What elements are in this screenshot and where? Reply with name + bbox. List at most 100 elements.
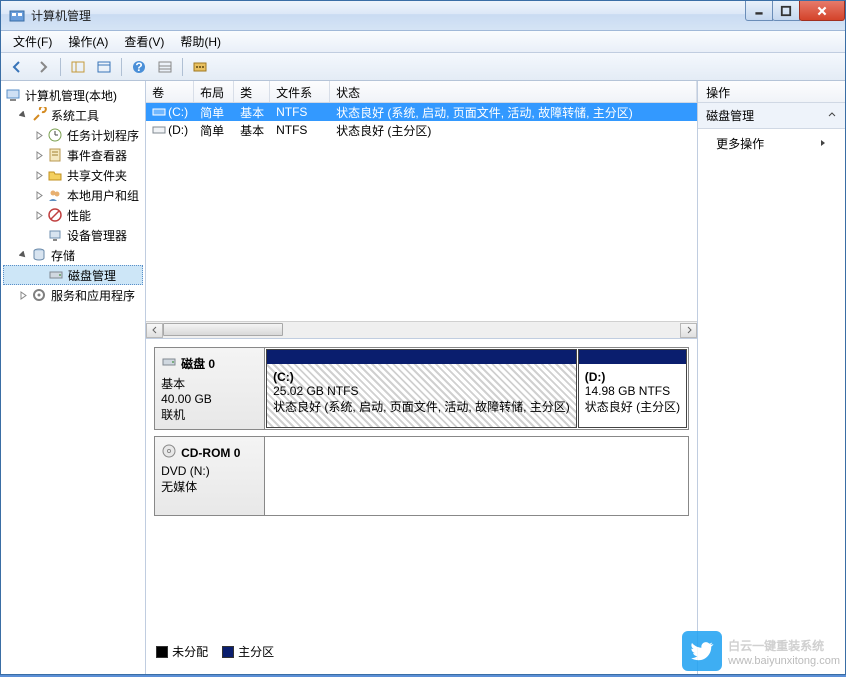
device-icon: [47, 227, 63, 243]
properties-button[interactable]: [92, 56, 116, 78]
scroll-left-button[interactable]: [146, 323, 163, 338]
tree-device-manager[interactable]: 设备管理器: [3, 225, 143, 245]
horizontal-scrollbar[interactable]: [146, 321, 697, 338]
tree-performance[interactable]: 性能: [3, 205, 143, 225]
tree-label: 本地用户和组: [67, 187, 139, 204]
actions-group[interactable]: 磁盘管理: [698, 103, 845, 129]
disk-icon: [161, 354, 177, 373]
main-pane: 卷 布局 类型 文件系统 状态 (C:)简单基本NTFS状态良好 (系统, 启动…: [146, 81, 697, 674]
expand-icon[interactable]: [33, 169, 45, 181]
cdrom-icon: [161, 443, 177, 462]
services-icon: [31, 287, 47, 303]
tree-label: 存储: [51, 247, 75, 264]
title-bar[interactable]: 计算机管理: [1, 1, 845, 31]
volume-name: (D:): [168, 123, 188, 137]
tree-event-viewer[interactable]: 事件查看器: [3, 145, 143, 165]
tree-label: 共享文件夹: [67, 167, 127, 184]
actions-more[interactable]: 更多操作: [698, 129, 845, 158]
tree-shared-folders[interactable]: 共享文件夹: [3, 165, 143, 185]
col-type[interactable]: 类型: [234, 81, 270, 102]
volume-row[interactable]: (D:)简单基本NTFS状态良好 (主分区): [146, 121, 697, 139]
partition-size: 25.02 GB NTFS: [273, 384, 570, 398]
partition-status: 状态良好 (主分区): [585, 398, 680, 415]
legend-swatch: [156, 646, 168, 658]
maximize-button[interactable]: [772, 1, 800, 21]
disk-kind: DVD (N:): [161, 464, 258, 478]
tree-disk-management[interactable]: 磁盘管理: [3, 265, 143, 285]
forward-button[interactable]: [31, 56, 55, 78]
partition-bar: [579, 350, 686, 364]
window-title: 计算机管理: [31, 7, 746, 24]
partition[interactable]: (D:)14.98 GB NTFS状态良好 (主分区): [578, 349, 687, 428]
tree-system-tools[interactable]: 系统工具: [3, 105, 143, 125]
col-fs[interactable]: 文件系统: [270, 81, 330, 102]
tree-storage[interactable]: 存储: [3, 245, 143, 265]
computer-icon: [5, 87, 21, 103]
actions-more-label: 更多操作: [716, 135, 764, 152]
actions-pane: 操作 磁盘管理 更多操作: [697, 81, 845, 674]
performance-icon: [47, 207, 63, 223]
content-area: 计算机管理(本地) 系统工具 任务计划程序 事件查看器 共享文件夹: [1, 81, 845, 674]
settings-button[interactable]: [188, 56, 212, 78]
expand-icon[interactable]: [33, 189, 45, 201]
partition-bar: [267, 350, 576, 364]
tree-local-users[interactable]: 本地用户和组: [3, 185, 143, 205]
partition-size: 14.98 GB NTFS: [585, 384, 680, 398]
volume-fs: NTFS: [270, 104, 330, 120]
volume-status: 状态良好 (主分区): [330, 121, 697, 140]
scroll-thumb[interactable]: [163, 323, 283, 336]
tree-task-scheduler[interactable]: 任务计划程序: [3, 125, 143, 145]
show-hide-tree-button[interactable]: [66, 56, 90, 78]
disk-partitions: (C:)25.02 GB NTFS状态良好 (系统, 启动, 页面文件, 活动,…: [265, 348, 688, 429]
collapse-icon[interactable]: [17, 249, 29, 261]
volume-headers: 卷 布局 类型 文件系统 状态: [146, 81, 697, 103]
help-button[interactable]: ?: [127, 56, 151, 78]
toolbar-separator: [121, 58, 122, 76]
close-button[interactable]: [799, 1, 845, 21]
collapse-icon[interactable]: [17, 109, 29, 121]
tree-root[interactable]: 计算机管理(本地): [3, 85, 143, 105]
back-button[interactable]: [5, 56, 29, 78]
expand-icon[interactable]: [33, 209, 45, 221]
volume-row[interactable]: (C:)简单基本NTFS状态良好 (系统, 启动, 页面文件, 活动, 故障转储…: [146, 103, 697, 121]
volume-layout: 简单: [194, 103, 234, 122]
col-status[interactable]: 状态: [330, 81, 697, 102]
clock-icon: [47, 127, 63, 143]
menu-bar: 文件(F) 操作(A) 查看(V) 帮助(H): [1, 31, 845, 53]
scroll-track[interactable]: [163, 323, 680, 338]
tree-label: 系统工具: [51, 107, 99, 124]
expand-icon[interactable]: [33, 149, 45, 161]
minimize-button[interactable]: [745, 1, 773, 21]
partition[interactable]: (C:)25.02 GB NTFS状态良好 (系统, 启动, 页面文件, 活动,…: [266, 349, 577, 428]
volume-list-area: 卷 布局 类型 文件系统 状态 (C:)简单基本NTFS状态良好 (系统, 启动…: [146, 81, 697, 339]
col-volume[interactable]: 卷: [146, 81, 194, 102]
legend-label: 主分区: [238, 643, 274, 660]
drive-icon: [152, 106, 166, 118]
menu-help[interactable]: 帮助(H): [172, 31, 229, 52]
tree-services-apps[interactable]: 服务和应用程序: [3, 285, 143, 305]
volume-list[interactable]: (C:)简单基本NTFS状态良好 (系统, 启动, 页面文件, 活动, 故障转储…: [146, 103, 697, 321]
drive-icon: [152, 124, 166, 136]
disk-row[interactable]: CD-ROM 0DVD (N:)无媒体: [154, 436, 689, 516]
navigation-tree[interactable]: 计算机管理(本地) 系统工具 任务计划程序 事件查看器 共享文件夹: [1, 81, 146, 674]
col-layout[interactable]: 布局: [194, 81, 234, 102]
menu-file[interactable]: 文件(F): [5, 31, 60, 52]
disk-size: 40.00 GB: [161, 392, 258, 406]
expand-icon[interactable]: [17, 289, 29, 301]
disk-row[interactable]: 磁盘 0基本40.00 GB联机(C:)25.02 GB NTFS状态良好 (系…: [154, 347, 689, 430]
disk-state: 联机: [161, 406, 258, 423]
window-controls: [746, 1, 845, 21]
menu-action[interactable]: 操作(A): [60, 31, 116, 52]
legend-primary: 主分区: [222, 643, 274, 660]
volume-type: 基本: [234, 121, 270, 140]
scroll-right-button[interactable]: [680, 323, 697, 338]
expand-icon[interactable]: [33, 129, 45, 141]
volume-name: (C:): [168, 105, 188, 119]
menu-view[interactable]: 查看(V): [116, 31, 172, 52]
tree-label: 任务计划程序: [67, 127, 139, 144]
disk-graphical-area[interactable]: 磁盘 0基本40.00 GB联机(C:)25.02 GB NTFS状态良好 (系…: [146, 339, 697, 674]
actions-group-label: 磁盘管理: [706, 107, 754, 124]
users-icon: [47, 187, 63, 203]
volume-fs: NTFS: [270, 122, 330, 138]
view-list-button[interactable]: [153, 56, 177, 78]
